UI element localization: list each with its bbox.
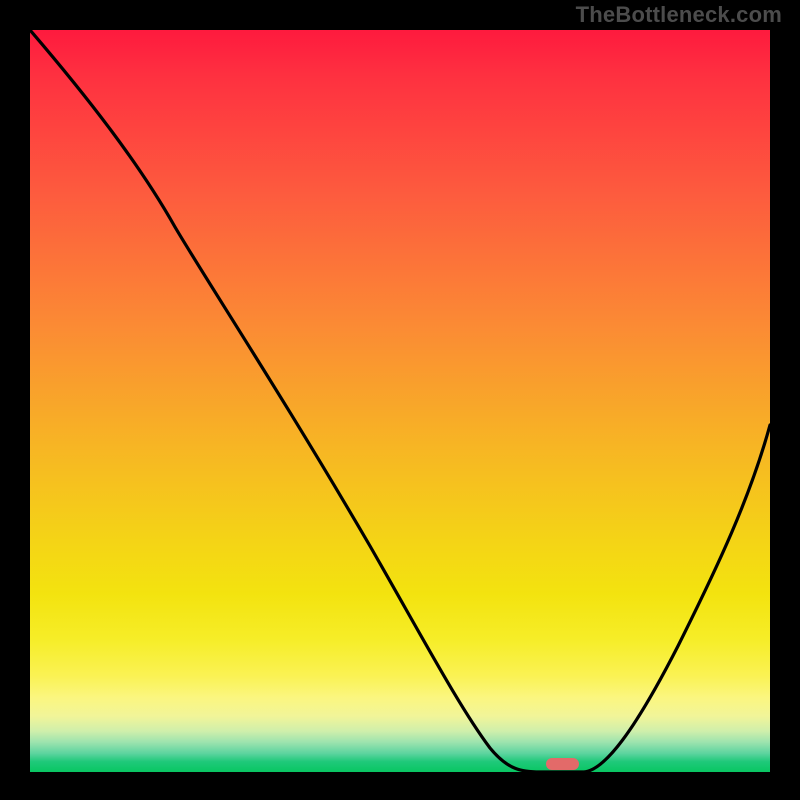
chart-container: TheBottleneck.com (0, 0, 800, 800)
optimum-marker (546, 758, 579, 770)
plot-area (30, 30, 770, 772)
bottleneck-curve (30, 30, 770, 772)
watermark-text: TheBottleneck.com (576, 2, 782, 28)
